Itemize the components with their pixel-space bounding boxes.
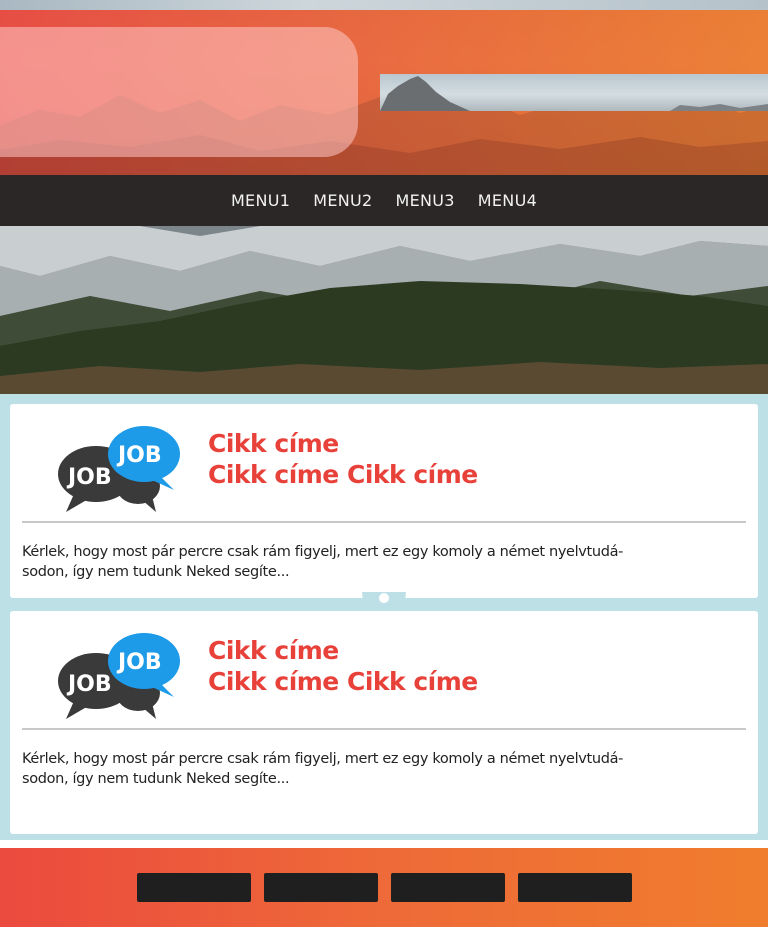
site-logo-placeholder[interactable] [0,27,358,157]
footer-button-3[interactable] [391,873,505,902]
article-excerpt-line-2: sodon, így nem tudunk Neked segíte... [22,771,290,787]
article-title-line-2[interactable]: Cikk címe Cikk címe [208,459,478,490]
article-excerpt-line-1: Kérlek, hogy most pár percre csak rám fi… [22,751,623,767]
article-excerpt-line-2: sodon, így nem tudunk Neked segíte... [22,564,290,580]
card-divider [22,521,746,523]
header-banner-image [380,74,768,111]
article-excerpt: Kérlek, hogy most pár percre csak rám fi… [22,542,750,582]
nav-item-menu3[interactable]: MENU3 [396,191,455,210]
logo-text-dark: JOB [66,465,112,490]
header [0,0,768,175]
footer-button-1[interactable] [137,873,251,902]
main-nav: MENU1 MENU2 MENU3 MENU4 [0,175,768,226]
hero-mountain-photo [0,226,768,394]
logo-text-dark: JOB [66,672,112,697]
nav-item-menu4[interactable]: MENU4 [478,191,537,210]
article-title-line-1[interactable]: Cikk címe [208,635,478,666]
logo-text-blue: JOB [116,650,162,675]
article-title[interactable]: Cikk címe Cikk címe Cikk címe [208,635,478,697]
article-excerpt: Kérlek, hogy most pár percre csak rám fi… [22,749,750,789]
article-excerpt-line-1: Kérlek, hogy most pár percre csak rám fi… [22,544,623,560]
job-speech-bubbles-icon: JOB JOB [58,426,180,512]
job-speech-bubbles-icon: JOB JOB [58,633,180,719]
article-title-line-2[interactable]: Cikk címe Cikk címe [208,666,478,697]
footer-button-4[interactable] [518,873,632,902]
article-card[interactable]: JOB JOB Cikk címe Cikk címe Cikk címe Ké… [10,404,758,598]
article-list: JOB JOB Cikk címe Cikk címe Cikk címe Ké… [0,394,768,840]
header-sky-strip [0,0,768,10]
nav-item-menu2[interactable]: MENU2 [313,191,372,210]
banner-peak-icon [380,76,768,111]
article-title[interactable]: Cikk címe Cikk címe Cikk címe [208,428,478,490]
article-title-line-1[interactable]: Cikk címe [208,428,478,459]
footer [0,848,768,927]
mountain-landscape-icon [0,226,768,394]
footer-button-2[interactable] [264,873,378,902]
logo-text-blue: JOB [116,443,162,468]
nav-item-menu1[interactable]: MENU1 [231,191,290,210]
article-card[interactable]: JOB JOB Cikk címe Cikk címe Cikk címe Ké… [10,611,758,834]
card-divider [22,728,746,730]
